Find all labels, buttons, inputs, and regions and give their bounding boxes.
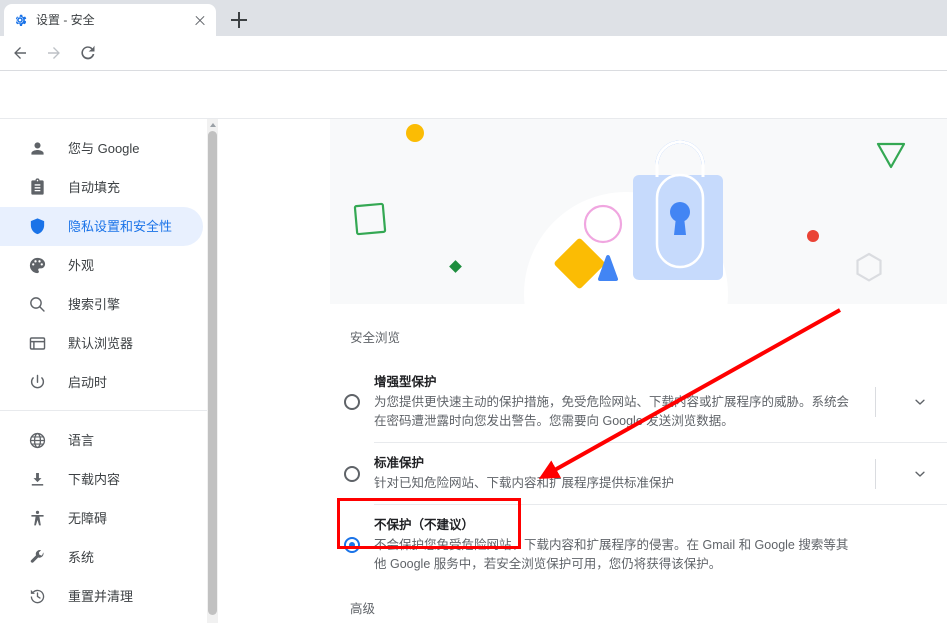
option-description: 针对已知危险网站、下载内容和扩展程序提供标准保护 <box>374 476 675 490</box>
radio-no-protection[interactable] <box>344 537 360 553</box>
radio-wrapper[interactable] <box>330 465 374 482</box>
option-enhanced-protection[interactable]: 增强型保护 为您提供更快速主动的保护措施，免受危险网站、下载内容或扩展程序的威胁… <box>330 362 947 442</box>
back-arrow-icon[interactable] <box>6 39 34 67</box>
green-diamond <box>449 260 462 273</box>
option-title: 标准保护 <box>374 456 425 470</box>
download-icon <box>28 470 47 489</box>
option-no-protection[interactable]: 不保护（不建议） 不会保护您免受危险网站、下载内容和扩展程序的侵害。在 Gmai… <box>330 505 947 585</box>
sidebar-item-label: 自动填充 <box>68 179 121 195</box>
option-expand-area <box>875 528 947 562</box>
browser-icon <box>28 334 47 353</box>
sidebar-group-advanced: 语言 下载内容 无障碍 系统 重置并清理 <box>0 411 207 616</box>
globe-icon <box>28 431 47 450</box>
advanced-heading: 高级 <box>350 602 376 616</box>
radio-enhanced-protection[interactable] <box>344 394 360 410</box>
settings-header: 设置 在设置中搜索 <box>0 71 947 181</box>
sidebar-item-label: 语言 <box>68 432 95 448</box>
tab-title: 设置 - 安全 <box>36 13 95 27</box>
keyhole-stem <box>674 217 686 235</box>
sidebar-item-label: 外观 <box>68 257 95 273</box>
sidebar-item-label: 搜索引擎 <box>68 296 121 312</box>
option-expand-area[interactable] <box>875 385 947 419</box>
option-text: 标准保护 针对已知危险网站、下载内容和扩展程序提供标准保护 <box>374 454 875 493</box>
sidebar-item-accessibility[interactable]: 无障碍 <box>0 499 203 538</box>
sidebar-scrollbar[interactable] <box>207 119 218 623</box>
settings-content: 安全浏览 增强型保护 为您提供更快速主动的保护措施，免受危险网站、下载内容或扩展… <box>218 119 947 623</box>
option-divider <box>875 387 876 417</box>
safe-browsing-options: 增强型保护 为您提供更快速主动的保护措施，免受危险网站、下载内容或扩展程序的威胁… <box>330 362 947 585</box>
sidebar-item-languages[interactable]: 语言 <box>0 421 203 460</box>
safe-browsing-heading: 安全浏览 <box>350 331 401 345</box>
option-divider <box>875 458 876 489</box>
scrollbar-thumb[interactable] <box>208 131 217 615</box>
browser-toolbar: Chrome chrome://settings/security <box>0 36 947 102</box>
sidebar-item-label: 默认浏览器 <box>68 335 134 351</box>
option-text: 增强型保护 为您提供更快速主动的保护措施，免受危险网站、下载内容或扩展程序的威胁… <box>374 373 875 431</box>
option-text: 不保护（不建议） 不会保护您免受危险网站、下载内容和扩展程序的侵害。在 Gmai… <box>374 516 875 574</box>
option-standard-protection[interactable]: 标准保护 针对已知危险网站、下载内容和扩展程序提供标准保护 <box>330 443 947 504</box>
option-expand-area[interactable] <box>875 457 947 491</box>
wrench-icon <box>28 548 47 567</box>
sidebar-item-system[interactable]: 系统 <box>0 538 203 577</box>
option-description: 为您提供更快速主动的保护措施，免受危险网站、下载内容或扩展程序的威胁。系统会在密… <box>374 395 850 428</box>
gear-icon <box>15 14 27 26</box>
radio-wrapper[interactable] <box>330 528 374 562</box>
sidebar-item-autofill[interactable]: 自动填充 <box>0 168 203 207</box>
red-dot <box>807 230 819 242</box>
shield-icon <box>28 217 47 236</box>
sidebar-item-you-and-google[interactable]: 您与 Google <box>0 129 203 168</box>
chevron-down-icon[interactable] <box>913 467 927 481</box>
sidebar-item-appearance[interactable]: 外观 <box>0 246 203 285</box>
accessibility-icon <box>28 509 47 528</box>
new-tab-button[interactable] <box>228 9 250 31</box>
sidebar-item-default-browser[interactable]: 默认浏览器 <box>0 324 203 363</box>
gray-hexagon-outline <box>856 252 882 282</box>
power-icon <box>28 373 47 392</box>
sidebar-item-label: 无障碍 <box>68 510 108 526</box>
green-triangle-outline <box>876 142 906 169</box>
tab-strip: 设置 - 安全 <box>0 0 947 36</box>
sidebar-item-label: 隐私设置和安全性 <box>68 218 173 234</box>
close-icon[interactable] <box>192 12 208 28</box>
sidebar-item-downloads[interactable]: 下载内容 <box>0 460 203 499</box>
person-icon <box>28 139 47 158</box>
restore-icon <box>28 587 47 606</box>
sidebar-item-on-startup[interactable]: 启动时 <box>0 363 203 402</box>
reload-icon[interactable] <box>74 39 102 67</box>
sidebar-item-reset-and-cleanup[interactable]: 重置并清理 <box>0 577 203 616</box>
radio-standard-protection[interactable] <box>344 465 360 482</box>
settings-sidebar: 您与 Google 自动填充 隐私设置和安全性 外观 搜索引擎 默认浏览器 启动… <box>0 119 207 623</box>
sidebar-item-label: 启动时 <box>68 374 108 390</box>
sidebar-item-label: 您与 Google <box>68 140 140 156</box>
option-title: 不保护（不建议） <box>374 518 475 532</box>
autofill-icon <box>28 178 47 197</box>
scroll-up-arrow-icon[interactable] <box>209 121 217 129</box>
chevron-down-icon[interactable] <box>913 395 927 409</box>
radio-wrapper[interactable] <box>330 394 374 410</box>
sidebar-group-primary: 您与 Google 自动填充 隐私设置和安全性 外观 搜索引擎 默认浏览器 启动… <box>0 119 207 402</box>
search-icon <box>28 295 47 314</box>
option-description: 不会保护您免受危险网站、下载内容和扩展程序的侵害。在 Gmail 和 Googl… <box>374 538 849 571</box>
security-card: 安全浏览 增强型保护 为您提供更快速主动的保护措施，免受危险网站、下载内容或扩展… <box>330 119 947 623</box>
palette-icon <box>28 256 47 275</box>
security-lock-illustration <box>330 119 947 304</box>
forward-arrow-icon[interactable] <box>40 39 68 67</box>
yellow-dot <box>406 124 424 142</box>
browser-window: 设置 - 安全 Chrome <box>0 0 947 623</box>
sidebar-item-privacy-and-security[interactable]: 隐私设置和安全性 <box>0 207 203 246</box>
sidebar-item-search-engine[interactable]: 搜索引擎 <box>0 285 203 324</box>
option-title: 增强型保护 <box>374 375 437 389</box>
green-square-outline <box>353 202 387 236</box>
sidebar-item-label: 重置并清理 <box>68 588 134 604</box>
browser-tab-settings[interactable]: 设置 - 安全 <box>4 4 216 36</box>
sidebar-item-label: 下载内容 <box>68 471 121 487</box>
sidebar-item-label: 系统 <box>68 549 95 565</box>
